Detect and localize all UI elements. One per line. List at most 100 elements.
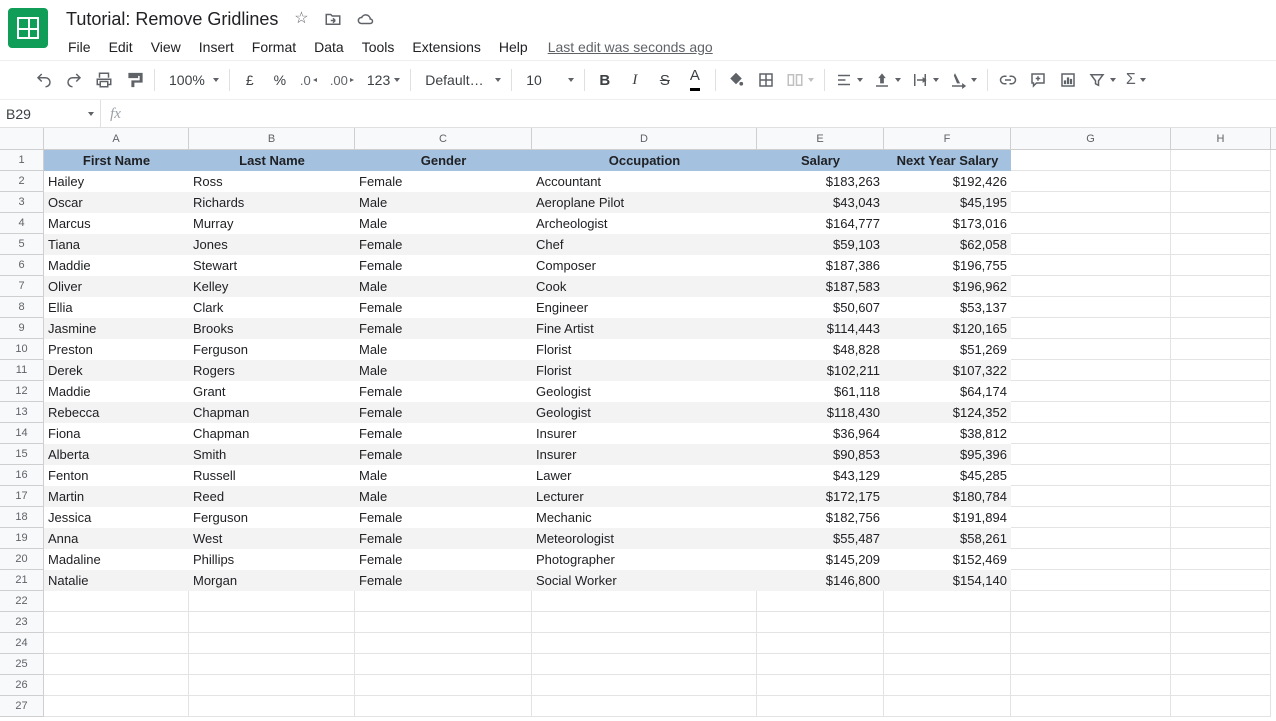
cell[interactable]: $48,828	[757, 339, 884, 360]
cell[interactable]: Engineer	[532, 297, 757, 318]
cell[interactable]	[355, 675, 532, 696]
cell[interactable]: $107,322	[884, 360, 1011, 381]
cell[interactable]	[355, 591, 532, 612]
cell[interactable]	[44, 675, 189, 696]
cell[interactable]	[1011, 444, 1171, 465]
row-header[interactable]: 2	[0, 171, 43, 192]
cell[interactable]: Phillips	[189, 549, 355, 570]
column-header[interactable]: C	[355, 128, 532, 149]
row-header[interactable]: 8	[0, 297, 43, 318]
cell[interactable]	[532, 612, 757, 633]
cell[interactable]	[1011, 402, 1171, 423]
cell[interactable]: $172,175	[757, 486, 884, 507]
insert-comment-button[interactable]	[1024, 66, 1052, 94]
cell[interactable]: Male	[355, 360, 532, 381]
row-header[interactable]: 15	[0, 444, 43, 465]
row-header[interactable]: 22	[0, 591, 43, 612]
table-header-cell[interactable]: Last Name	[189, 150, 355, 171]
cell[interactable]	[1011, 570, 1171, 591]
cell[interactable]: $124,352	[884, 402, 1011, 423]
cell[interactable]	[189, 591, 355, 612]
cell[interactable]	[1011, 192, 1171, 213]
row-header[interactable]: 1	[0, 150, 43, 171]
row-header[interactable]: 19	[0, 528, 43, 549]
cell[interactable]	[1171, 486, 1271, 507]
cell[interactable]: Male	[355, 213, 532, 234]
cell[interactable]: Insurer	[532, 444, 757, 465]
cell[interactable]: $55,487	[757, 528, 884, 549]
row-header[interactable]: 27	[0, 696, 43, 717]
cell[interactable]: $187,583	[757, 276, 884, 297]
cell[interactable]	[44, 591, 189, 612]
cell[interactable]: $43,043	[757, 192, 884, 213]
cell[interactable]: Social Worker	[532, 570, 757, 591]
cell[interactable]	[1011, 528, 1171, 549]
cell[interactable]: Photographer	[532, 549, 757, 570]
cell[interactable]	[1171, 339, 1271, 360]
cell[interactable]: $38,812	[884, 423, 1011, 444]
cell[interactable]	[757, 591, 884, 612]
cell[interactable]: Female	[355, 318, 532, 339]
redo-button[interactable]	[60, 66, 88, 94]
cell[interactable]	[44, 612, 189, 633]
cell[interactable]	[757, 654, 884, 675]
cell[interactable]: Female	[355, 255, 532, 276]
row-header[interactable]: 11	[0, 360, 43, 381]
sheets-app-icon[interactable]	[8, 8, 48, 48]
cell[interactable]	[189, 696, 355, 717]
cell[interactable]	[884, 654, 1011, 675]
cell[interactable]	[1011, 276, 1171, 297]
functions-dropdown[interactable]: Σ	[1122, 66, 1150, 94]
cell[interactable]	[189, 633, 355, 654]
cell[interactable]	[1171, 381, 1271, 402]
text-rotation-dropdown[interactable]	[945, 66, 981, 94]
strikethrough-button[interactable]: S	[651, 66, 679, 94]
cell[interactable]: Chef	[532, 234, 757, 255]
cell[interactable]: Female	[355, 507, 532, 528]
cell[interactable]	[1011, 507, 1171, 528]
cell[interactable]: Hailey	[44, 171, 189, 192]
row-header[interactable]: 26	[0, 675, 43, 696]
row-header[interactable]: 17	[0, 486, 43, 507]
cell[interactable]: Female	[355, 171, 532, 192]
text-color-button[interactable]: A	[681, 66, 709, 94]
cell[interactable]: Rebecca	[44, 402, 189, 423]
cell[interactable]: Lawer	[532, 465, 757, 486]
cell[interactable]	[884, 633, 1011, 654]
more-formats-dropdown[interactable]: 123	[363, 66, 404, 94]
cell[interactable]	[1171, 675, 1271, 696]
cell[interactable]: Accountant	[532, 171, 757, 192]
cell[interactable]	[1011, 696, 1171, 717]
row-header[interactable]: 5	[0, 234, 43, 255]
cell[interactable]	[355, 633, 532, 654]
cell[interactable]: $146,800	[757, 570, 884, 591]
cell[interactable]	[1011, 612, 1171, 633]
cell[interactable]	[532, 675, 757, 696]
row-header[interactable]: 4	[0, 213, 43, 234]
cell[interactable]: Jones	[189, 234, 355, 255]
cell[interactable]: Chapman	[189, 402, 355, 423]
horizontal-align-dropdown[interactable]	[831, 66, 867, 94]
cell[interactable]: Male	[355, 276, 532, 297]
cell[interactable]	[757, 612, 884, 633]
menu-insert[interactable]: Insert	[191, 35, 242, 59]
menu-file[interactable]: File	[60, 35, 99, 59]
italic-button[interactable]: I	[621, 66, 649, 94]
cell[interactable]	[1171, 276, 1271, 297]
cell[interactable]: Ferguson	[189, 339, 355, 360]
cell[interactable]: $64,174	[884, 381, 1011, 402]
menu-format[interactable]: Format	[244, 35, 304, 59]
cell[interactable]	[1011, 150, 1171, 171]
cell[interactable]	[884, 612, 1011, 633]
row-header[interactable]: 14	[0, 423, 43, 444]
cell[interactable]	[1011, 591, 1171, 612]
menu-view[interactable]: View	[143, 35, 189, 59]
merge-cells-button[interactable]	[782, 66, 818, 94]
cell[interactable]: Alberta	[44, 444, 189, 465]
row-header[interactable]: 13	[0, 402, 43, 423]
name-box[interactable]: B29	[0, 106, 100, 122]
document-title[interactable]: Tutorial: Remove Gridlines	[66, 9, 278, 30]
move-to-folder-icon[interactable]	[324, 10, 342, 28]
cell[interactable]: Grant	[189, 381, 355, 402]
cell[interactable]: Maddie	[44, 255, 189, 276]
